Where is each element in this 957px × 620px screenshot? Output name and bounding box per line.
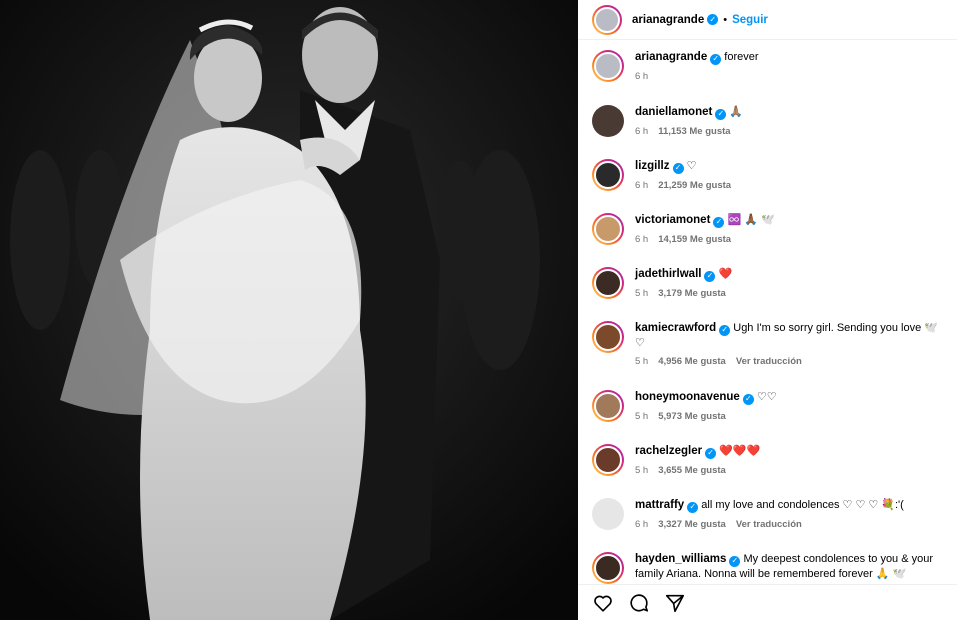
commenter-username[interactable]: arianagrande <box>635 51 707 63</box>
commenter-avatar[interactable] <box>592 321 624 353</box>
comment-likes[interactable]: 21,259 Me gusta <box>658 179 731 193</box>
verified-icon: ✓ <box>704 270 716 282</box>
commenter-avatar[interactable] <box>592 159 624 191</box>
verified-icon: ✓ <box>687 501 699 513</box>
share-icon[interactable] <box>664 592 686 614</box>
comment-meta: 5 h 4,956 Me gusta Ver traducción <box>635 355 947 369</box>
verified-icon: ✓ <box>713 216 725 228</box>
comment-meta: 6 h <box>635 70 947 84</box>
commenter-avatar[interactable] <box>592 444 624 476</box>
comment-item: mattraffy ✓ all my love and condolences ♡… <box>592 498 947 532</box>
comment-time: 6 h <box>635 233 649 245</box>
see-translation-link[interactable]: Ver traducción <box>736 355 802 369</box>
comment-text: ♾️ 🙏🏾 🕊️ <box>727 214 775 226</box>
comment-time: 5 h <box>635 355 649 367</box>
comment-likes[interactable]: 3,327 Me gusta <box>658 518 726 532</box>
commenter-username[interactable]: rachelzegler <box>635 445 702 457</box>
comment-time: 6 h <box>635 179 649 191</box>
verified-icon: ✓ <box>719 324 731 336</box>
comment-meta: 6 h 11,153 Me gusta <box>635 125 947 139</box>
comments-list[interactable]: arianagrande ✓ forever 6 h daniellamonet ✓ 🙏… <box>578 40 957 584</box>
comment-item: daniellamonet ✓ 🙏🏽 6 h 11,153 Me gusta <box>592 105 947 139</box>
commenter-username[interactable]: daniellamonet <box>635 106 712 118</box>
post-photo[interactable] <box>0 0 578 620</box>
comment-text: ❤️❤️❤️ <box>719 445 761 457</box>
comment-time: 5 h <box>635 464 649 476</box>
comment-time: 6 h <box>635 518 649 530</box>
commenter-username[interactable]: victoriamonet <box>635 214 710 226</box>
comment-meta: 5 h 3,655 Me gusta <box>635 464 947 478</box>
comment-text: ❤️ <box>718 268 733 280</box>
caption: arianagrande ✓ forever 6 h <box>592 50 947 84</box>
comment-text: ♡♡ <box>756 391 777 403</box>
comment-time: 5 h <box>635 410 649 422</box>
comment-item: rachelzegler ✓ ❤️❤️❤️ 5 h 3,655 Me gusta <box>592 444 947 478</box>
author-username[interactable]: arianagrande <box>632 14 704 26</box>
commenter-avatar[interactable] <box>592 552 624 584</box>
comment-likes[interactable]: 4,956 Me gusta <box>658 355 726 369</box>
comment-meta: 6 h 14,159 Me gusta <box>635 233 947 247</box>
commenter-avatar[interactable] <box>592 498 624 530</box>
commenter-username[interactable]: honeymoonavenue <box>635 391 740 403</box>
comment-time: 5 h <box>635 287 649 299</box>
comment-text: all my love and condolences ♡ ♡ ♡ 💐:'( <box>701 499 904 511</box>
comment-item: lizgillz ✓ ♡ 6 h 21,259 Me gusta <box>592 159 947 193</box>
post-sidebar: arianagrande ✓ • Seguir arianagrande ✓ fo… <box>578 0 957 620</box>
wedding-photo-image <box>0 0 578 620</box>
verified-icon: ✓ <box>710 53 722 65</box>
comment-meta: 5 h 3,179 Me gusta <box>635 287 947 301</box>
post-actions-bar <box>578 584 957 620</box>
commenter-username[interactable]: hayden_williams <box>635 553 726 565</box>
commenter-avatar[interactable] <box>592 50 624 82</box>
comment-likes[interactable]: 3,179 Me gusta <box>658 287 726 301</box>
comment-meta: 5 h 5,973 Me gusta <box>635 410 947 424</box>
comment-icon[interactable] <box>628 592 650 614</box>
commenter-username[interactable]: jadethirlwall <box>635 268 701 280</box>
post-header: arianagrande ✓ • Seguir <box>578 0 957 40</box>
comment-likes[interactable]: 11,153 Me gusta <box>658 125 730 139</box>
commenter-username[interactable]: mattraffy <box>635 499 684 511</box>
commenter-username[interactable]: lizgillz <box>635 160 670 172</box>
comment-meta: 6 h 21,259 Me gusta <box>635 179 947 193</box>
comment-item: honeymoonavenue ✓ ♡♡ 5 h 5,973 Me gusta <box>592 390 947 424</box>
verified-icon: ✓ <box>715 108 727 120</box>
comment-text: 🙏🏽 <box>729 106 744 118</box>
verified-icon: ✓ <box>707 14 719 25</box>
commenter-avatar[interactable] <box>592 213 624 245</box>
verified-icon: ✓ <box>742 393 754 405</box>
verified-icon: ✓ <box>729 555 741 567</box>
separator-dot: • <box>723 13 728 26</box>
commenter-avatar[interactable] <box>592 105 624 137</box>
comment-text: ♡ <box>686 160 697 172</box>
comment-item: kamiecrawford ✓ Ugh I'm so sorry girl. Se… <box>592 321 947 369</box>
comment-item: hayden_williams ✓ My deepest condolences … <box>592 552 947 584</box>
see-translation-link[interactable]: Ver traducción <box>736 518 802 532</box>
verified-icon: ✓ <box>672 162 684 174</box>
commenter-username[interactable]: kamiecrawford <box>635 322 716 334</box>
follow-button[interactable]: Seguir <box>732 14 768 26</box>
author-avatar[interactable] <box>592 4 622 35</box>
comment-likes[interactable]: 5,973 Me gusta <box>658 410 726 424</box>
commenter-avatar[interactable] <box>592 390 624 422</box>
comment-time: 6 h <box>635 70 649 82</box>
comment-likes[interactable]: 3,655 Me gusta <box>658 464 726 478</box>
comment-item: victoriamonet ✓ ♾️ 🙏🏾 🕊️ 6 h 14,159 Me gust… <box>592 213 947 247</box>
comment-meta: 6 h 3,327 Me gusta Ver traducción <box>635 518 947 532</box>
verified-icon: ✓ <box>705 447 717 459</box>
comment-time: 6 h <box>635 125 649 137</box>
comment-text: forever <box>724 51 759 63</box>
heart-icon[interactable] <box>592 592 614 614</box>
commenter-avatar[interactable] <box>592 267 624 299</box>
comment-item: jadethirlwall ✓ ❤️ 5 h 3,179 Me gusta <box>592 267 947 301</box>
comment-likes[interactable]: 14,159 Me gusta <box>658 233 731 247</box>
